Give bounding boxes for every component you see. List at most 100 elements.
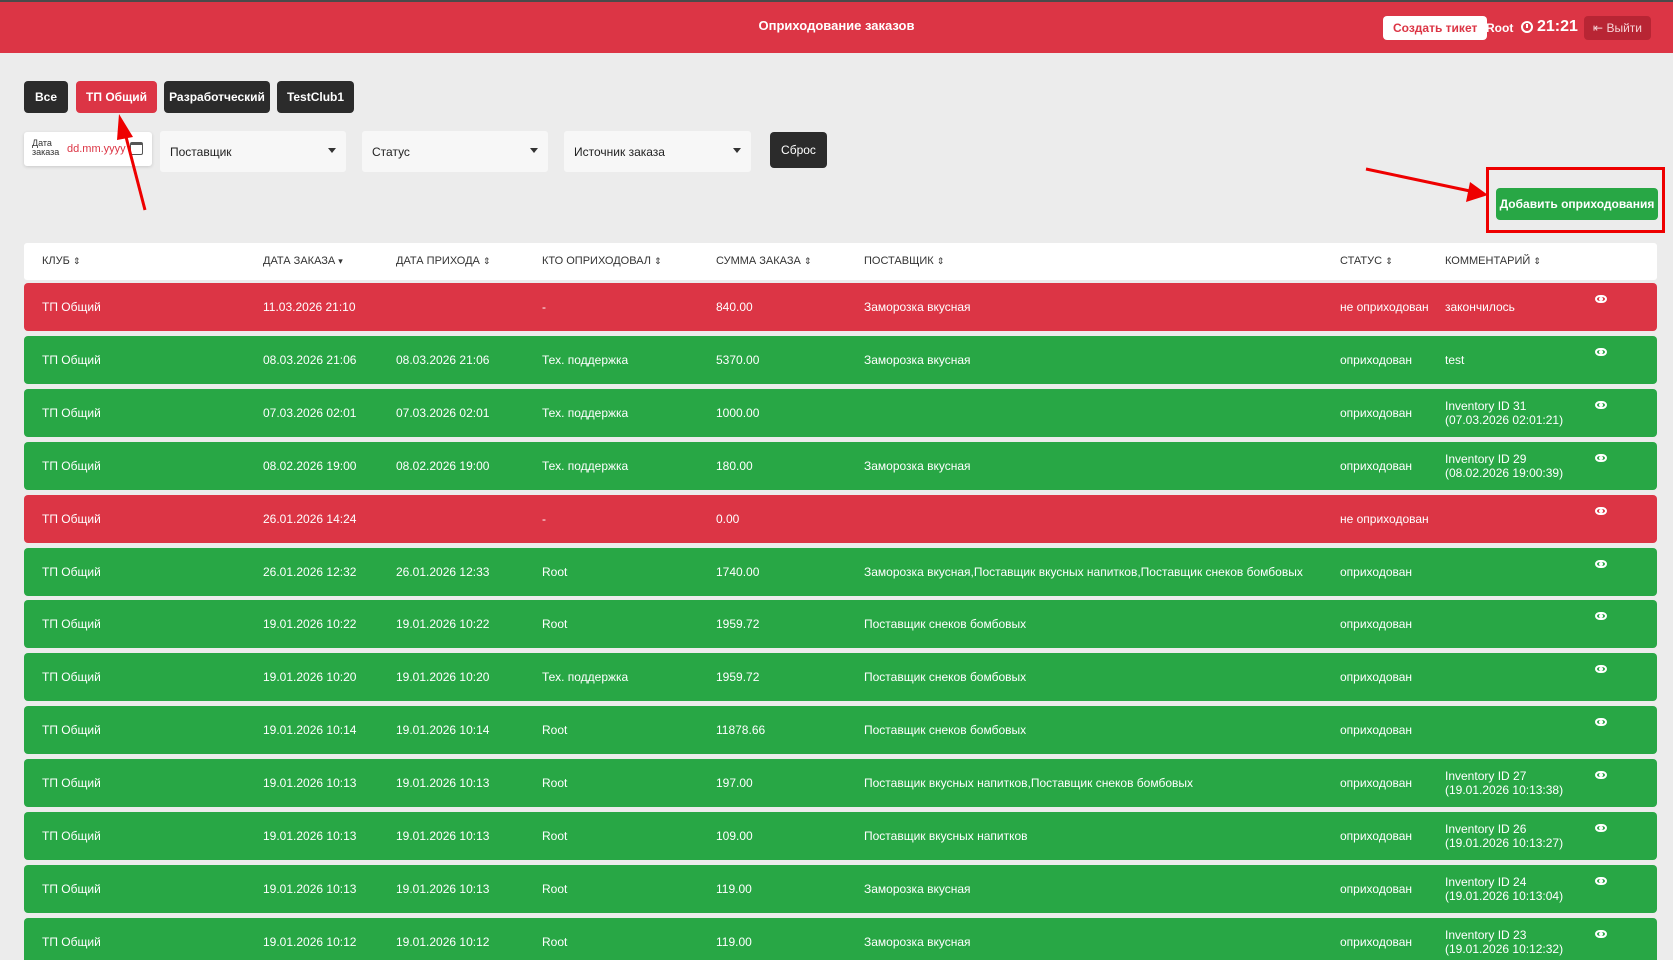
cell-who: Root (542, 935, 568, 949)
cell-comment (1445, 706, 1585, 754)
cell-club: ТП Общий (42, 829, 101, 843)
table-row[interactable]: ТП Общий 08.03.2026 21:06 08.03.2026 21:06… (24, 336, 1657, 384)
cell-order-date: 26.01.2026 12:32 (263, 565, 357, 579)
eye-icon[interactable] (1595, 401, 1607, 409)
cell-order-date: 19.01.2026 10:13 (263, 882, 357, 896)
cell-who: Root (542, 882, 568, 896)
eye-icon[interactable] (1595, 824, 1607, 832)
eye-icon[interactable] (1595, 665, 1607, 673)
cell-status: не оприходован (1340, 300, 1429, 314)
cell-who: Root (542, 776, 568, 790)
cell-status: оприходован (1340, 353, 1413, 367)
cell-comment: Inventory ID 31 (07.03.2026 02:01:21) (1445, 399, 1564, 427)
cell-who: - (542, 300, 546, 314)
cell-comment: закончилось (1445, 300, 1515, 314)
cell-arrival-date: 07.03.2026 02:01 (396, 406, 490, 420)
clock: 21:21 (1521, 18, 1578, 36)
cell-sum: 5370.00 (716, 353, 760, 367)
cell-status: оприходован (1340, 882, 1413, 896)
eye-icon[interactable] (1595, 454, 1607, 462)
cell-sum: 119.00 (716, 882, 752, 896)
eye-icon[interactable] (1595, 877, 1607, 885)
cell-comment: test (1445, 353, 1465, 367)
eye-icon[interactable] (1595, 295, 1607, 303)
cell-order-date: 19.01.2026 10:13 (263, 829, 357, 843)
table-row[interactable]: ТП Общий 26.01.2026 14:24 - 0.00 не оприходо… (24, 495, 1657, 543)
eye-icon[interactable] (1595, 771, 1607, 779)
table-row[interactable]: ТП Общий 08.02.2026 19:00 08.02.2026 19:00… (24, 442, 1657, 490)
cell-arrival-date: 08.03.2026 21:06 (396, 353, 490, 367)
table-header: КЛУБ ⇕ ДАТА ЗАКАЗА ▾ ДАТА ПРИХОДА ⇕ КТО ОПР… (24, 243, 1657, 280)
cell-supplier: Заморозка вкусная (864, 882, 971, 896)
column-header-who[interactable]: КТО ОПРИХОДОВАЛ ⇕ (542, 255, 662, 267)
eye-icon[interactable] (1595, 718, 1607, 726)
supplier-select[interactable]: Поставщик (160, 131, 346, 172)
tab-all[interactable]: Все (24, 81, 68, 113)
cell-supplier: Поставщик вкусных напитков,Поставщик сне… (864, 776, 1193, 790)
cell-who: Тех. поддержка (542, 459, 629, 473)
column-header-order-date[interactable]: ДАТА ЗАКАЗА ▾ (263, 255, 343, 267)
column-header-supplier[interactable]: ПОСТАВЩИК ⇕ (864, 255, 944, 267)
eye-icon[interactable] (1595, 348, 1607, 356)
cell-club: ТП Общий (42, 512, 101, 526)
chevron-down-icon (733, 148, 741, 153)
cell-status: не оприходован (1340, 512, 1429, 526)
chevron-down-icon (328, 148, 336, 153)
table-row[interactable]: ТП Общий 19.01.2026 10:20 19.01.2026 10:20… (24, 653, 1657, 701)
cell-supplier: Заморозка вкусная (864, 353, 971, 367)
table-row[interactable]: ТП Общий 26.01.2026 12:32 26.01.2026 12:33… (24, 548, 1657, 596)
cell-status: оприходован (1340, 565, 1413, 579)
order-date-filter[interactable]: Дата заказа dd.mm.yyyy (24, 132, 152, 166)
cell-club: ТП Общий (42, 353, 101, 367)
cell-status: оприходован (1340, 829, 1413, 843)
calendar-icon[interactable] (130, 142, 143, 155)
table-row[interactable]: ТП Общий 19.01.2026 10:13 19.01.2026 10:13… (24, 759, 1657, 807)
create-ticket-button[interactable]: Создать тикет (1383, 16, 1488, 40)
cell-supplier: Поставщик снеков бомбовых (864, 617, 1027, 631)
column-header-comment[interactable]: КОММЕНТАРИЙ ⇕ (1445, 255, 1541, 267)
table-row[interactable]: ТП Общий 19.01.2026 10:13 19.01.2026 10:13… (24, 865, 1657, 913)
table-row[interactable]: ТП Общий 19.01.2026 10:13 19.01.2026 10:13… (24, 812, 1657, 860)
eye-icon[interactable] (1595, 560, 1607, 568)
cell-sum: 119.00 (716, 935, 752, 949)
eye-icon[interactable] (1595, 507, 1607, 515)
column-header-status[interactable]: СТАТУС ⇕ (1340, 255, 1393, 267)
cell-club: ТП Общий (42, 935, 101, 949)
cell-status: оприходован (1340, 935, 1413, 949)
cell-order-date: 19.01.2026 10:20 (263, 670, 357, 684)
table-row[interactable]: ТП Общий 19.01.2026 10:22 19.01.2026 10:22… (24, 600, 1657, 648)
column-header-club[interactable]: КЛУБ ⇕ (42, 255, 80, 267)
reset-button[interactable]: Сброс (770, 132, 827, 168)
sort-icon: ⇕ (1385, 256, 1393, 266)
column-header-arrival-date[interactable]: ДАТА ПРИХОДА ⇕ (396, 255, 490, 267)
eye-icon[interactable] (1595, 612, 1607, 620)
tab-tp-general[interactable]: ТП Общий (76, 81, 157, 113)
cell-supplier: Поставщик снеков бомбовых (864, 723, 1027, 737)
table-row[interactable]: ТП Общий 07.03.2026 02:01 07.03.2026 02:01… (24, 389, 1657, 437)
cell-club: ТП Общий (42, 300, 101, 314)
add-receipt-button[interactable]: Добавить оприходования (1496, 188, 1658, 220)
cell-arrival-date: 19.01.2026 10:13 (396, 776, 490, 790)
sort-desc-icon: ▾ (338, 256, 343, 266)
date-filter-input[interactable]: dd.mm.yyyy (67, 143, 126, 155)
cell-comment (1445, 600, 1585, 648)
status-select[interactable]: Статус (362, 131, 548, 172)
cell-comment: Inventory ID 26 (19.01.2026 10:13:27) (1445, 822, 1564, 850)
cell-who: Root (542, 829, 568, 843)
cell-club: ТП Общий (42, 882, 101, 896)
table-row[interactable]: ТП Общий 19.01.2026 10:14 19.01.2026 10:14… (24, 706, 1657, 754)
cell-comment (1445, 495, 1585, 543)
cell-status: оприходован (1340, 723, 1413, 737)
tab-development[interactable]: Разработческий (164, 81, 270, 113)
logout-button[interactable]: ⇤ Выйти (1584, 16, 1651, 40)
tab-testclub1[interactable]: TestClub1 (277, 81, 354, 113)
cell-sum: 0.00 (716, 512, 740, 526)
table-row[interactable]: ТП Общий 11.03.2026 21:10 - 840.00 Заморозка… (24, 283, 1657, 331)
column-header-sum[interactable]: СУММА ЗАКАЗА ⇕ (716, 255, 811, 267)
table-row[interactable]: ТП Общий 19.01.2026 10:12 19.01.2026 10:12… (24, 918, 1657, 960)
logout-icon: ⇤ (1593, 21, 1604, 35)
source-select[interactable]: Источник заказа (564, 131, 751, 172)
sort-icon: ⇕ (803, 256, 812, 266)
eye-icon[interactable] (1595, 930, 1607, 938)
cell-order-date: 19.01.2026 10:14 (263, 723, 357, 737)
